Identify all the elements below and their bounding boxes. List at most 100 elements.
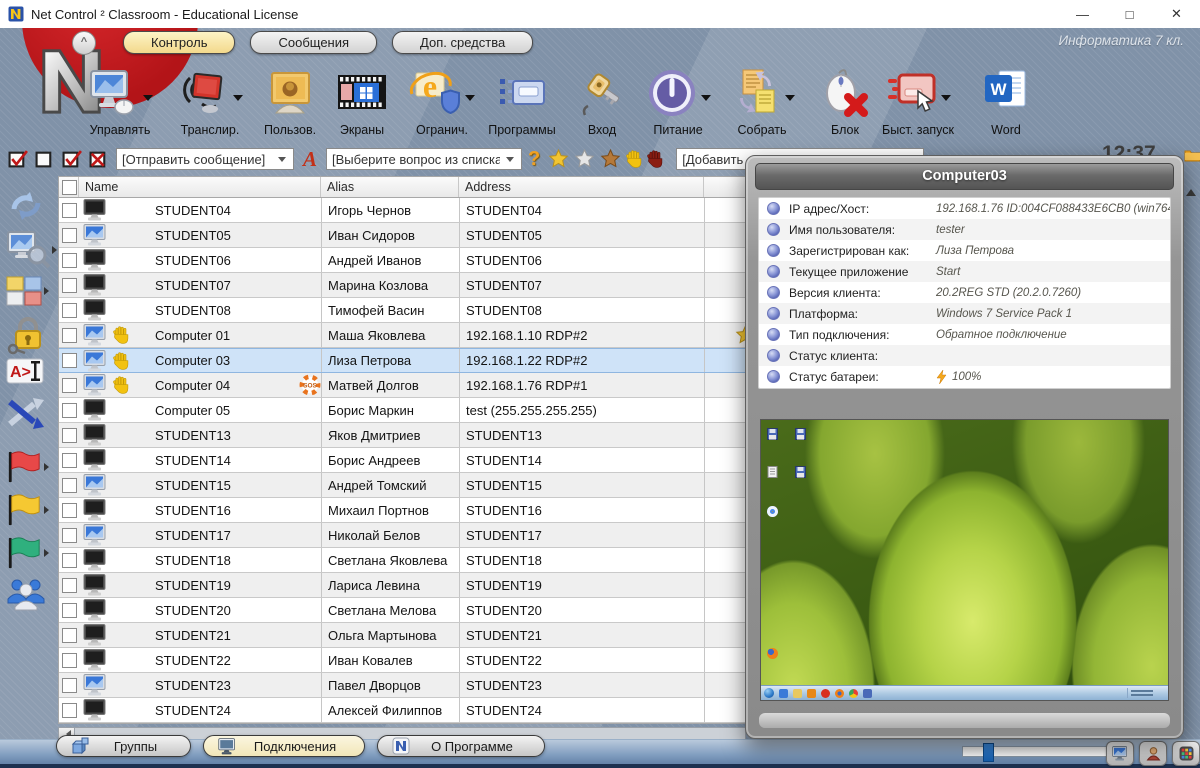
table-row[interactable]: STUDENT07Марина КозловаSTUDENT07 — [59, 273, 745, 298]
thumbnail-size-slider[interactable] — [962, 746, 1107, 757]
table-row[interactable]: Computer 03Лиза Петрова192.168.1.22 RDP#… — [59, 348, 745, 373]
row-checkbox[interactable] — [62, 428, 77, 443]
collapse-toolbar-button[interactable]: ^ — [72, 31, 96, 55]
table-row[interactable]: STUDENT06Андрей ИвановSTUDENT06 — [59, 248, 745, 273]
table-row[interactable]: STUDENT24Алексей ФилипповSTUDENT24 — [59, 698, 745, 723]
quiz-help-button[interactable]: ? — [528, 148, 540, 171]
top-tab-2[interactable]: Доп. средства — [392, 31, 533, 54]
mark-checkbox-crossed[interactable] — [89, 149, 109, 169]
column-header-address[interactable]: Address — [459, 177, 704, 197]
chevron-down-icon[interactable] — [233, 95, 243, 106]
row-checkbox[interactable] — [62, 453, 77, 468]
popup-title[interactable]: Computer03 — [755, 163, 1174, 190]
table-row[interactable]: STUDENT05Иван СидоровSTUDENT05 — [59, 223, 745, 248]
bottom-tab-groups[interactable]: Группы — [56, 735, 191, 757]
question-select[interactable]: [Выберите вопрос из списка] — [326, 148, 522, 170]
top-tab-1[interactable]: Сообщения — [250, 31, 377, 54]
chevron-down-icon[interactable] — [785, 95, 795, 106]
remote-screen-thumbnail[interactable] — [760, 419, 1169, 701]
view-monitors-button[interactable] — [1106, 741, 1134, 766]
table-row[interactable]: Computer 01Маша Яковлева192.168.1.10 RDP… — [59, 323, 745, 348]
table-row[interactable]: STUDENT08Тимофей ВасинSTUDENT08 — [59, 298, 745, 323]
row-checkbox[interactable] — [62, 403, 77, 418]
sidebar-item-flag-yellow[interactable] — [6, 491, 53, 529]
bottom-tab-connections[interactable]: Подключения — [203, 735, 365, 757]
folder-icon[interactable] — [1184, 148, 1200, 162]
toolbar-item-manage[interactable]: Управлять — [78, 62, 162, 137]
sidebar-item-flag-red[interactable] — [6, 448, 53, 486]
table-row[interactable]: Computer 04SOSМатвей Долгов192.168.1.76 … — [59, 373, 745, 398]
sidebar-item-screen-search[interactable] — [6, 230, 61, 270]
top-tab-0[interactable]: Контроль — [123, 31, 235, 54]
toolbar-item-login-keys[interactable]: Вход — [560, 62, 644, 137]
toolbar-item-power[interactable]: Питание — [636, 62, 720, 137]
send-message-select[interactable]: [Отправить сообщение] — [116, 148, 294, 170]
sidebar-item-tiles[interactable] — [6, 276, 53, 306]
table-row[interactable]: STUDENT19Лариса ЛевинаSTUDENT19 — [59, 573, 745, 598]
table-row[interactable]: STUDENT18Светлана ЯковлеваSTUDENT18 — [59, 548, 745, 573]
row-checkbox[interactable] — [62, 528, 77, 543]
chevron-down-icon[interactable] — [701, 95, 711, 106]
sidebar-item-refresh[interactable] — [6, 186, 46, 226]
toolbar-item-word[interactable]: WWord — [964, 62, 1048, 137]
row-checkbox[interactable] — [62, 228, 77, 243]
row-checkbox[interactable] — [62, 578, 77, 593]
sidebar-item-users-group[interactable] — [6, 576, 46, 612]
chevron-down-icon[interactable] — [465, 95, 475, 106]
toolbar-item-restrict[interactable]: eОгранич. — [400, 62, 484, 137]
sidebar-item-lock[interactable] — [6, 316, 46, 356]
row-checkbox[interactable] — [62, 553, 77, 568]
row-checkbox[interactable] — [62, 303, 77, 318]
sidebar-item-shuffle[interactable] — [6, 396, 48, 430]
view-users-button[interactable] — [1139, 741, 1167, 766]
row-checkbox[interactable] — [62, 278, 77, 293]
table-row[interactable]: STUDENT15Андрей ТомскийSTUDENT15 — [59, 473, 745, 498]
table-row[interactable]: STUDENT23Павел ДворцовSTUDENT23 — [59, 673, 745, 698]
mark-checkbox-checked[interactable] — [62, 149, 82, 169]
row-checkbox[interactable] — [62, 478, 77, 493]
toolbar-item-screens[interactable]: Экраны — [320, 62, 404, 137]
row-checkbox[interactable] — [62, 328, 77, 343]
row-checkbox[interactable] — [62, 603, 77, 618]
hand-yellow-icon[interactable] — [626, 150, 642, 168]
star-silver-icon[interactable] — [574, 149, 595, 169]
chevron-down-icon[interactable] — [143, 95, 153, 106]
table-row[interactable]: STUDENT22Иван КовалевSTUDENT22 — [59, 648, 745, 673]
font-style-button[interactable]: A — [303, 147, 317, 172]
table-row[interactable]: STUDENT04Игорь ЧерновSTUDENT04 — [59, 198, 745, 223]
toolbar-item-programs[interactable]: Программы — [480, 62, 564, 137]
chevron-down-icon[interactable] — [941, 95, 951, 106]
toolbar-item-broadcast[interactable]: Транслир. — [168, 62, 252, 137]
table-row[interactable]: STUDENT20Светлана МеловаSTUDENT20 — [59, 598, 745, 623]
minimize-button[interactable]: — — [1059, 0, 1106, 28]
column-header-alias[interactable]: Alias — [321, 177, 459, 197]
bottom-tab-about[interactable]: О Программе — [377, 735, 545, 757]
star-gold-icon[interactable] — [548, 149, 569, 169]
row-checkbox[interactable] — [62, 503, 77, 518]
mark-checkbox-checked[interactable] — [8, 149, 28, 169]
table-row[interactable]: Computer 05Борис Маркинtest (255.255.255… — [59, 398, 745, 423]
row-checkbox[interactable] — [62, 378, 77, 393]
table-row[interactable]: STUDENT21Ольга МартыноваSTUDENT21 — [59, 623, 745, 648]
table-row[interactable]: STUDENT14Борис АндреевSTUDENT14 — [59, 448, 745, 473]
table-row[interactable]: STUDENT13Яков ДмитриевSTUDENT13 — [59, 423, 745, 448]
mark-checkbox-empty[interactable] — [35, 149, 55, 169]
sidebar-item-rename[interactable]: A> — [6, 358, 44, 384]
hand-darkred-icon[interactable] — [647, 150, 663, 168]
row-checkbox[interactable] — [62, 678, 77, 693]
toolbar-item-block-mouse[interactable]: Блок — [803, 62, 887, 137]
close-button[interactable]: ✕ — [1153, 0, 1200, 28]
toolbar-item-collect[interactable]: Собрать — [720, 62, 804, 137]
table-row[interactable]: STUDENT17Николай БеловSTUDENT17 — [59, 523, 745, 548]
row-checkbox[interactable] — [62, 628, 77, 643]
table-row[interactable]: STUDENT16Михаил ПортновSTUDENT16 — [59, 498, 745, 523]
row-checkbox[interactable] — [62, 203, 77, 218]
sidebar-item-flag-green[interactable] — [6, 534, 53, 572]
star-bronze-icon[interactable] — [600, 149, 621, 169]
toolbar-item-quickrun[interactable]: Быст. запуск — [876, 62, 960, 137]
maximize-button[interactable]: □ — [1106, 0, 1153, 28]
column-header-name[interactable]: Name — [79, 177, 321, 197]
row-checkbox[interactable] — [62, 653, 77, 668]
select-all-checkbox[interactable] — [59, 177, 79, 197]
row-checkbox[interactable] — [62, 703, 77, 718]
